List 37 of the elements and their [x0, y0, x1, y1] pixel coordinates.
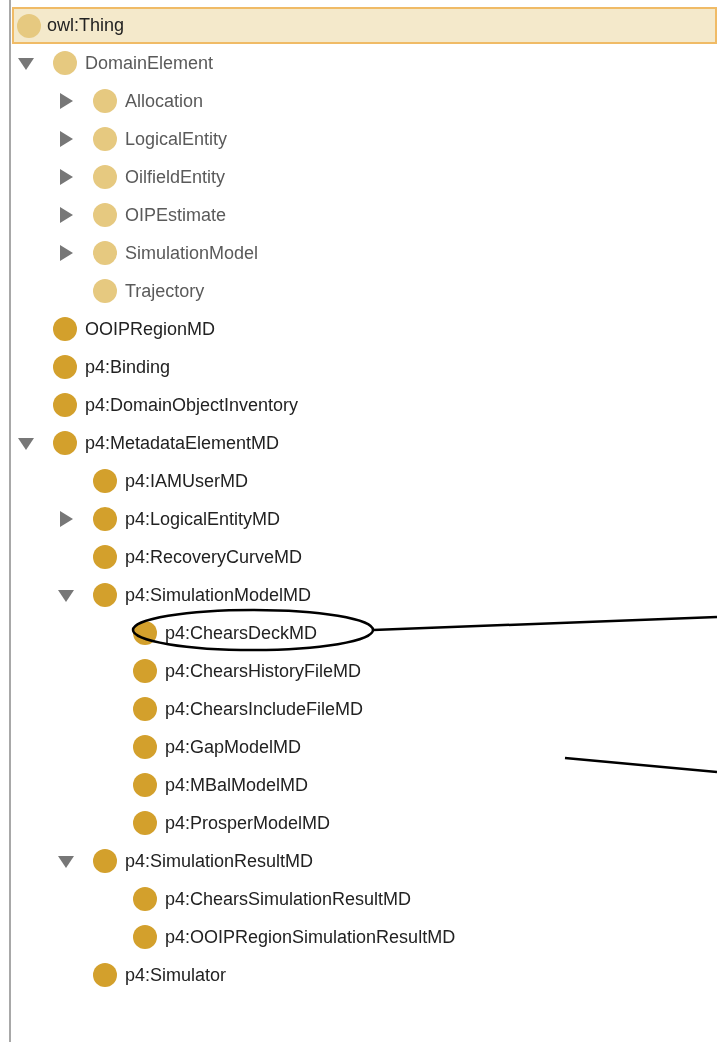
tree-row[interactable]: owl:Thing [12, 7, 717, 44]
class-label[interactable]: p4:ChearsDeckMD [165, 619, 318, 647]
class-label[interactable]: p4:OOIPRegionSimulationResultMD [165, 923, 456, 951]
class-label[interactable]: OilfieldEntity [125, 163, 226, 191]
class-label[interactable]: p4:ProsperModelMD [165, 809, 331, 837]
expand-triangle-icon[interactable] [58, 207, 74, 223]
class-label[interactable]: DomainElement [85, 49, 214, 77]
expand-triangle-icon[interactable] [58, 245, 74, 261]
class-label[interactable]: p4:MBalModelMD [165, 771, 309, 799]
class-label[interactable]: p4:ChearsSimulationResultMD [165, 885, 412, 913]
class-label[interactable]: Allocation [125, 87, 204, 115]
collapse-triangle-icon[interactable] [18, 55, 34, 71]
class-label[interactable]: p4:GapModelMD [165, 733, 302, 761]
class-label: owl:Thing [47, 14, 125, 37]
collapse-triangle-icon[interactable] [58, 587, 74, 603]
class-label[interactable]: OIPEstimate [125, 201, 227, 229]
class-label[interactable]: p4:RecoveryCurveMD [125, 543, 303, 571]
collapse-triangle-icon[interactable] [58, 853, 74, 869]
class-label[interactable]: p4:SimulationResultMD [125, 847, 314, 875]
class-label[interactable]: LogicalEntity [125, 125, 228, 153]
expand-triangle-icon[interactable] [58, 169, 74, 185]
class-label[interactable]: Trajectory [125, 277, 205, 305]
expand-triangle-icon[interactable] [58, 93, 74, 109]
class-label[interactable]: SimulationModel [125, 239, 259, 267]
class-label[interactable]: p4:ChearsIncludeFileMD [165, 695, 364, 723]
class-label[interactable]: p4:MetadataElementMD [85, 429, 280, 457]
class-label[interactable]: p4:Binding [85, 353, 171, 381]
class-label[interactable]: p4:IAMUserMD [125, 467, 249, 495]
class-label[interactable]: p4:LogicalEntityMD [125, 505, 281, 533]
class-label[interactable]: p4:ChearsHistoryFileMD [165, 657, 362, 685]
class-label[interactable]: p4:DomainObjectInventory [85, 391, 299, 419]
class-label[interactable]: p4:Simulator [125, 961, 227, 989]
collapse-triangle-icon[interactable] [18, 435, 34, 451]
class-label[interactable]: p4:SimulationModelMD [125, 581, 312, 609]
expand-triangle-icon[interactable] [58, 511, 74, 527]
class-label[interactable]: OOIPRegionMD [85, 315, 216, 343]
expand-triangle-icon[interactable] [58, 131, 74, 147]
